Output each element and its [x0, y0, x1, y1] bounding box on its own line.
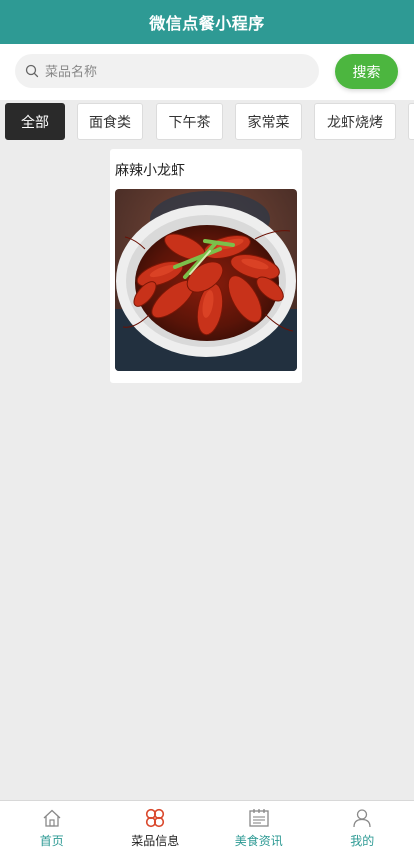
category-tab-all[interactable]: 全部 [5, 103, 65, 140]
dish-card[interactable]: 麻辣小龙虾 [110, 149, 302, 383]
clover-icon [146, 808, 165, 828]
tab-home-label: 首页 [39, 834, 64, 848]
category-tab-crayfish-bbq[interactable]: 龙虾烧烤 [314, 103, 396, 140]
search-bar: 搜索 [0, 44, 414, 100]
bottom-tab-bar: 首页 菜品信息 美食资讯 我的 [0, 800, 414, 850]
search-icon [25, 64, 39, 78]
tab-news-label: 美食资讯 [234, 834, 283, 848]
dish-image [115, 189, 297, 371]
user-icon [353, 809, 371, 828]
search-box[interactable] [15, 54, 319, 88]
crayfish-dish-photo[interactable] [115, 189, 297, 371]
search-button[interactable]: 搜索 [335, 54, 398, 89]
tab-news[interactable]: 美食资讯 [207, 801, 311, 850]
category-bar: 全部 面食类 下午茶 家常菜 龙虾烧烤 [0, 100, 414, 144]
dish-name: 麻辣小龙虾 [115, 162, 185, 178]
category-tab-noodles[interactable]: 面食类 [77, 103, 143, 140]
category-tab-more[interactable] [408, 103, 414, 140]
category-tab-afternoon-tea[interactable]: 下午茶 [156, 103, 223, 140]
tab-profile-label: 我的 [350, 834, 375, 848]
app-title: 微信点餐小程序 [149, 16, 265, 33]
home-icon [43, 809, 61, 827]
tab-home[interactable]: 首页 [0, 801, 104, 850]
app-title-bar: 微信点餐小程序 [0, 0, 414, 44]
tab-dishes[interactable]: 菜品信息 [104, 801, 208, 850]
search-input[interactable] [45, 63, 295, 79]
category-tab-home-dishes[interactable]: 家常菜 [235, 103, 302, 140]
tab-dishes-label: 菜品信息 [131, 834, 180, 848]
tab-profile[interactable]: 我的 [311, 801, 414, 850]
news-icon [249, 809, 269, 827]
